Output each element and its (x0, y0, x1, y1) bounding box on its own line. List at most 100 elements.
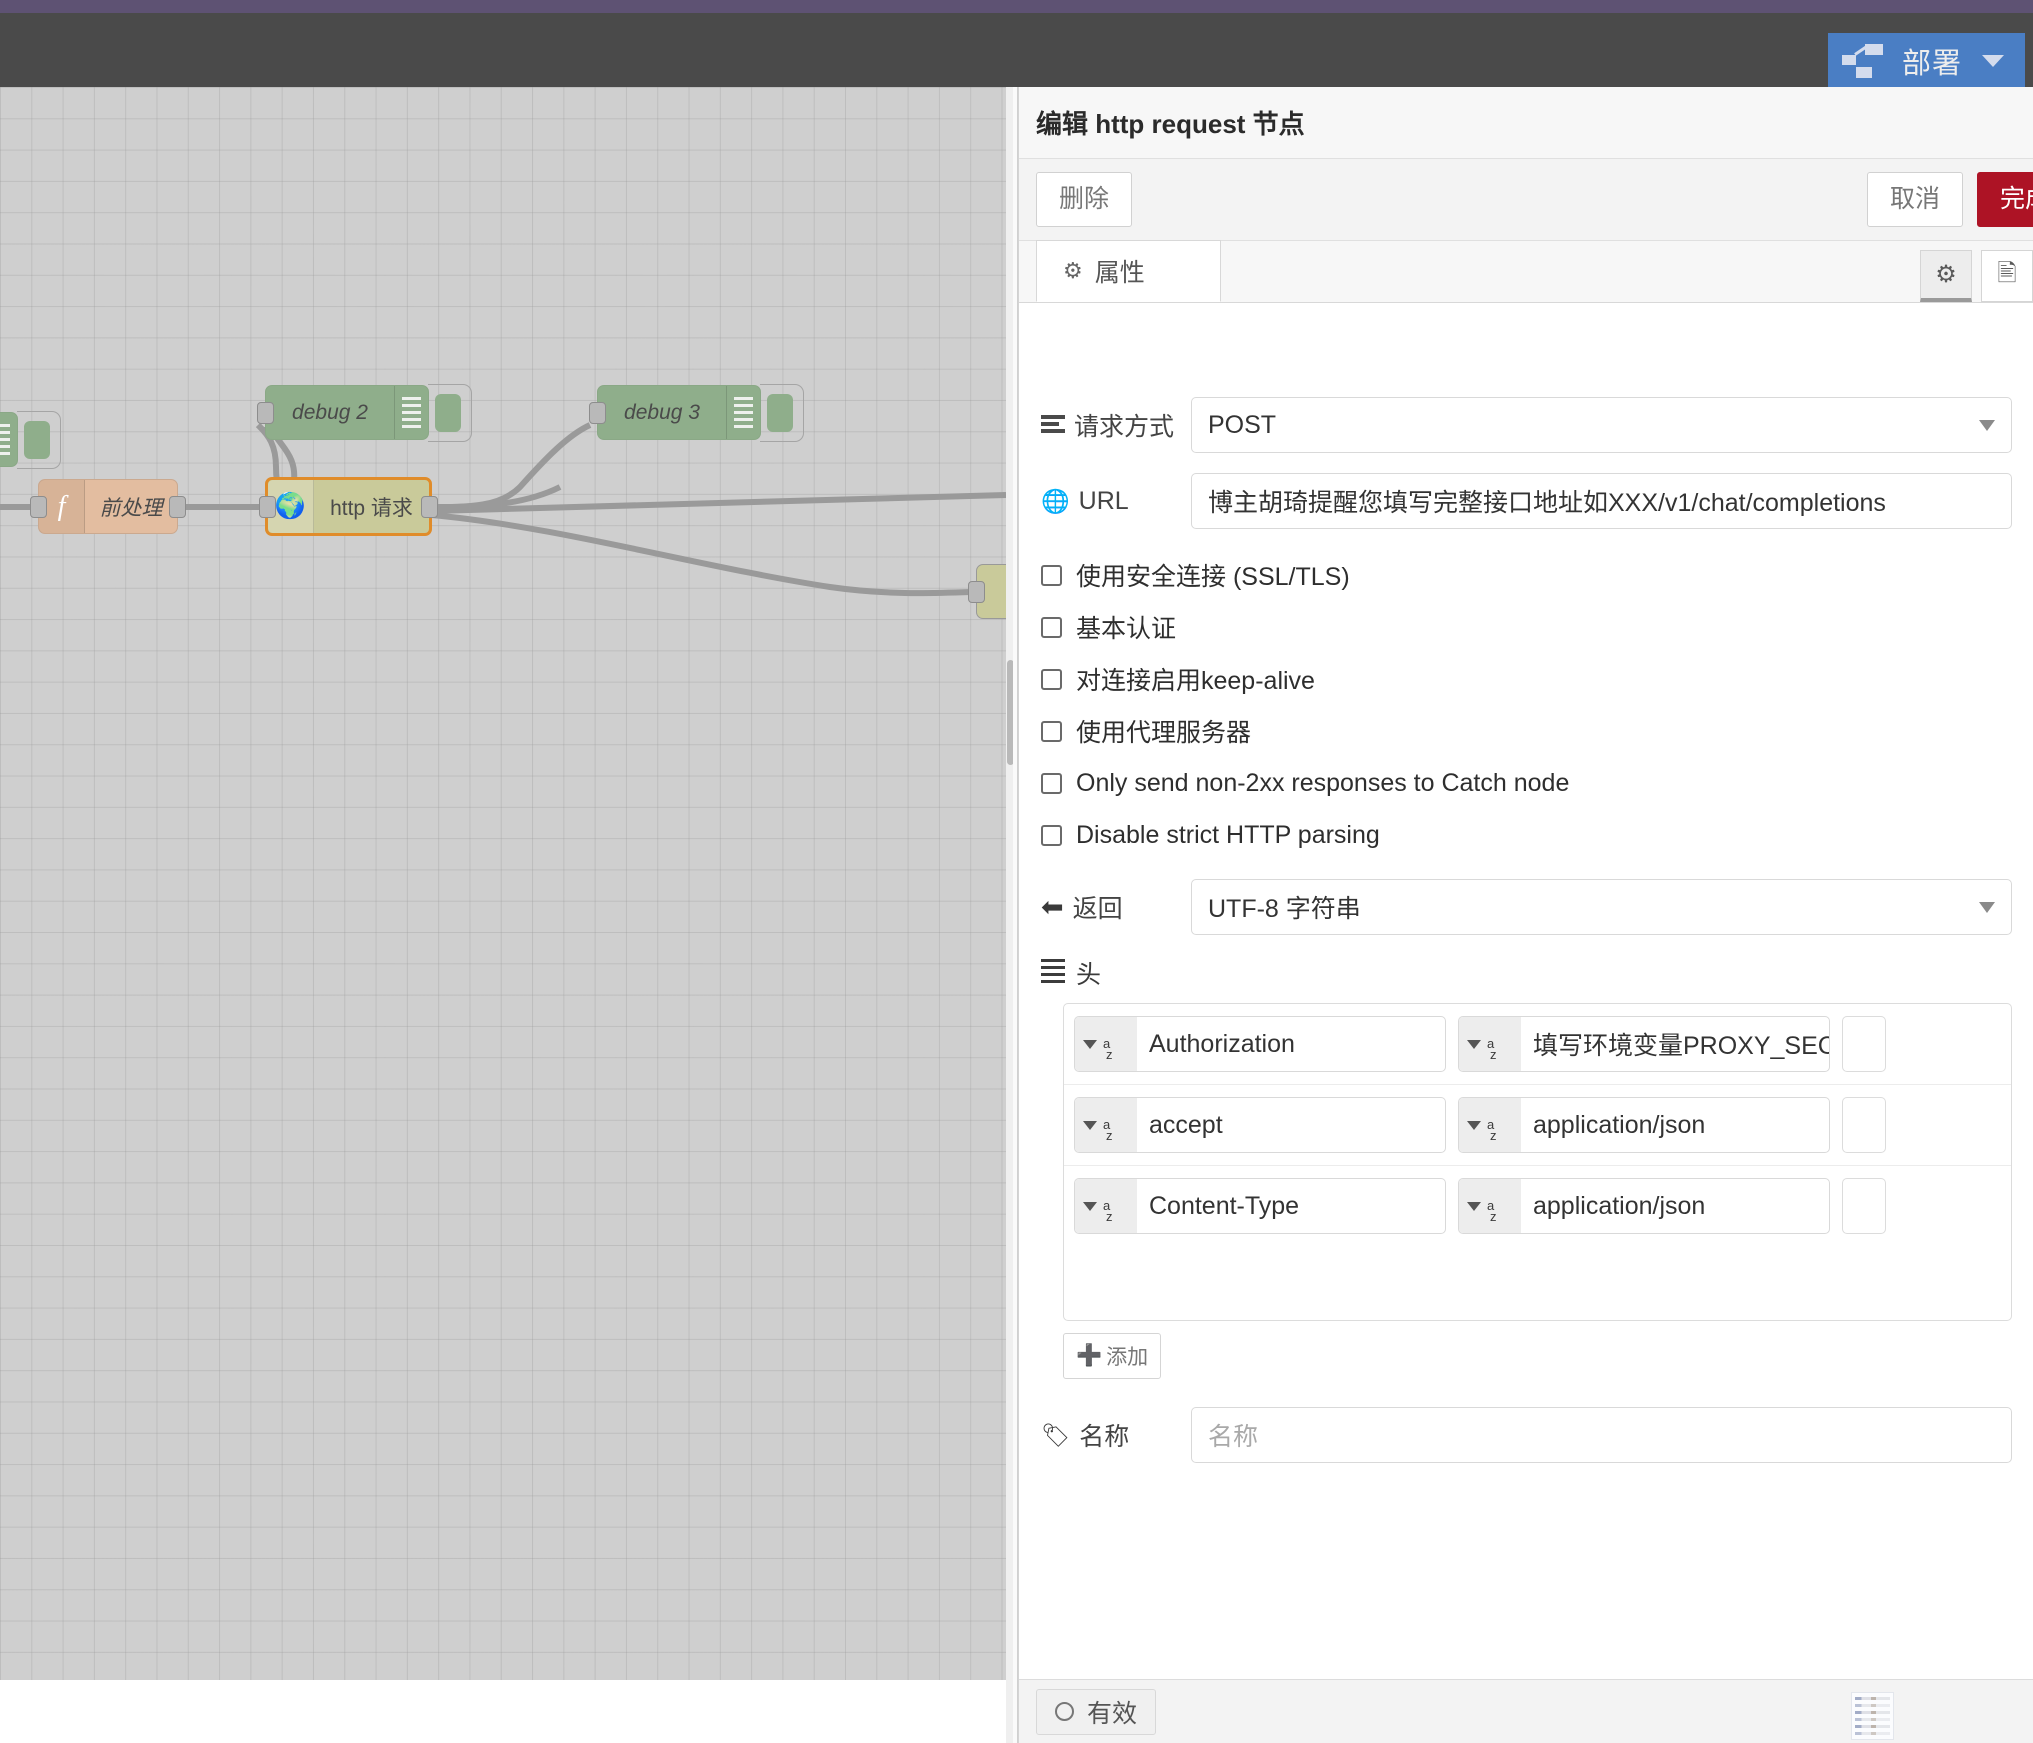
checkbox-row-proxy[interactable]: 使用代理服务器 (1019, 705, 2033, 757)
return-select[interactable]: UTF-8 字符串 (1191, 879, 2012, 935)
arrow-left-icon: ⬅ (1041, 892, 1064, 923)
panel-action-bar: 删除 取消 完成 (1019, 159, 2033, 241)
function-node[interactable]: f 前处理 (38, 479, 178, 534)
name-row: 🏷 名称 名称 (1019, 1407, 2033, 1463)
node-input-port[interactable] (30, 496, 47, 518)
url-value: 博主胡琦提醒您填写完整接口地址如XXX/v1/chat/completions (1208, 483, 1886, 519)
node-label: debug 3 (598, 401, 726, 425)
panel-title: 编辑 http request 节点 (1019, 87, 2033, 159)
header-value-input-2[interactable]: az application/json (1458, 1178, 1830, 1234)
checkbox-row-ssl[interactable]: 使用安全连接 (SSL/TLS) (1019, 549, 2033, 601)
flow-wires (0, 87, 1006, 1680)
plus-icon: ➕ (1076, 1344, 1102, 1368)
header-delete-button-0[interactable] (1842, 1016, 1886, 1072)
method-select[interactable]: POST (1191, 397, 2012, 453)
url-row: 🌐 URL 博主胡琦提醒您填写完整接口地址如XXX/v1/chat/comple… (1019, 473, 2033, 529)
chevron-down-icon (1083, 1202, 1097, 1211)
node-bars-icon (726, 386, 760, 439)
debug-node-3[interactable]: debug 3 (597, 385, 761, 440)
headers-section-heading: 头 (1019, 955, 2033, 991)
header-key-input-0[interactable]: az Authorization (1074, 1016, 1446, 1072)
deploy-button[interactable]: 部署 (1828, 33, 2025, 88)
document-icon[interactable]: 🖹 (1981, 250, 2033, 302)
done-button[interactable]: 完成 (1977, 172, 2033, 227)
flow-canvas[interactable]: f 前处理 debug 2 debug 3 🌍 http 请求 (0, 87, 1006, 1680)
checkbox-row-non2xx[interactable]: Only send non-2xx responses to Catch nod… (1019, 757, 2033, 809)
node-input-port[interactable] (968, 581, 985, 603)
header-value-input-0[interactable]: az 填写环境变量PROXY_SECRET (1458, 1016, 1830, 1072)
edit-node-panel: 编辑 http request 节点 删除 取消 完成 ⚙ 属性 ⚙ 🖹 (1018, 87, 2033, 1743)
partial-node-right[interactable] (976, 564, 1006, 619)
chevron-down-icon (1979, 420, 1995, 431)
name-input[interactable]: 名称 (1191, 1407, 2012, 1463)
node-output-port[interactable] (169, 496, 186, 518)
header-delete-button-1[interactable] (1842, 1097, 1886, 1153)
header-value-type-select-2[interactable]: az (1459, 1179, 1521, 1233)
node-input-port[interactable] (589, 402, 606, 424)
name-label-group: 🏷 名称 (1041, 1417, 1191, 1453)
delete-button[interactable]: 删除 (1036, 172, 1132, 227)
table-row: az Content-Type az application/json (1064, 1166, 2011, 1246)
header-delete-button-2[interactable] (1842, 1178, 1886, 1234)
method-label: 请求方式 (1074, 407, 1174, 443)
node-output-port[interactable] (421, 496, 438, 518)
chevron-down-icon[interactable] (1982, 55, 2004, 67)
keepalive-label: 对连接启用keep-alive (1076, 661, 1315, 697)
url-input[interactable]: 博主胡琦提醒您填写完整接口地址如XXX/v1/chat/completions (1191, 473, 2012, 529)
debug-node-2[interactable]: debug 2 (265, 385, 429, 440)
node-input-port[interactable] (257, 402, 274, 424)
method-row: 请求方式 POST (1019, 397, 2033, 453)
enable-toggle-label: 有效 (1087, 1694, 1137, 1730)
header-key-input-2[interactable]: az Content-Type (1074, 1178, 1446, 1234)
header-value-type-select-0[interactable]: az (1459, 1017, 1521, 1071)
deploy-flow-icon (1842, 44, 1886, 78)
list-lines-icon (1041, 959, 1065, 987)
strict-parsing-label: Disable strict HTTP parsing (1076, 821, 1380, 850)
header-value-value-1: application/json (1521, 1098, 1829, 1152)
panel-title-text: 编辑 http request 节点 (1036, 104, 1305, 141)
panel-tab-row: ⚙ 属性 ⚙ 🖹 (1019, 241, 2033, 303)
node-input-port[interactable] (259, 496, 276, 518)
tag-icon: 🏷 (1041, 1422, 1070, 1449)
ssl-tls-checkbox[interactable] (1041, 565, 1062, 586)
node-status-box (17, 411, 61, 469)
header-key-type-select-0[interactable]: az (1075, 1017, 1137, 1071)
debug-node-partial[interactable] (0, 412, 18, 467)
header-key-input-1[interactable]: az accept (1074, 1097, 1446, 1153)
top-accent-strip (0, 0, 2033, 13)
header-key-type-select-1[interactable]: az (1075, 1098, 1137, 1152)
non2xx-checkbox[interactable] (1041, 773, 1062, 794)
list-icon (1041, 415, 1065, 436)
method-value: POST (1208, 411, 1276, 440)
basic-auth-checkbox[interactable] (1041, 617, 1062, 638)
enable-toggle-button[interactable]: 有效 (1036, 1689, 1156, 1735)
http-request-node[interactable]: 🌍 http 请求 (265, 477, 432, 536)
header-value-type-select-1[interactable]: az (1459, 1098, 1521, 1152)
add-header-button[interactable]: ➕ 添加 (1063, 1333, 1161, 1379)
header-key-value-0: Authorization (1137, 1017, 1445, 1071)
header-value-input-1[interactable]: az application/json (1458, 1097, 1830, 1153)
node-bars-icon (0, 413, 17, 466)
chevron-down-icon (1979, 902, 1995, 913)
proxy-checkbox[interactable] (1041, 721, 1062, 742)
checkbox-row-basicauth[interactable]: 基本认证 (1019, 601, 2033, 653)
gear-icon[interactable]: ⚙ (1920, 250, 1972, 302)
headers-list: az Authorization az 填写环境变量PROXY_SECRET (1063, 1003, 2012, 1321)
cancel-button[interactable]: 取消 (1867, 172, 1963, 227)
table-row: az accept az application/json (1064, 1085, 2011, 1166)
header-value-value-2: application/json (1521, 1179, 1829, 1233)
node-status-box (760, 384, 804, 442)
checkbox-row-keepalive[interactable]: 对连接启用keep-alive (1019, 653, 2033, 705)
chevron-down-icon (1083, 1040, 1097, 1049)
checkbox-row-strict[interactable]: Disable strict HTTP parsing (1019, 809, 2033, 861)
panel-form-body: 请求方式 POST 🌐 URL 博主胡琦提醒您填写完整接口地址如XXX/v1/c… (1019, 375, 2033, 1679)
tab-properties[interactable]: ⚙ 属性 (1036, 240, 1221, 302)
strict-parsing-checkbox[interactable] (1041, 825, 1062, 846)
chevron-down-icon (1467, 1040, 1481, 1049)
header-key-type-select-2[interactable]: az (1075, 1179, 1137, 1233)
basic-auth-label: 基本认证 (1076, 609, 1176, 645)
keepalive-checkbox[interactable] (1041, 669, 1062, 690)
chevron-down-icon (1467, 1121, 1481, 1130)
header-key-value-2: Content-Type (1137, 1179, 1445, 1233)
return-label: 返回 (1073, 889, 1123, 925)
